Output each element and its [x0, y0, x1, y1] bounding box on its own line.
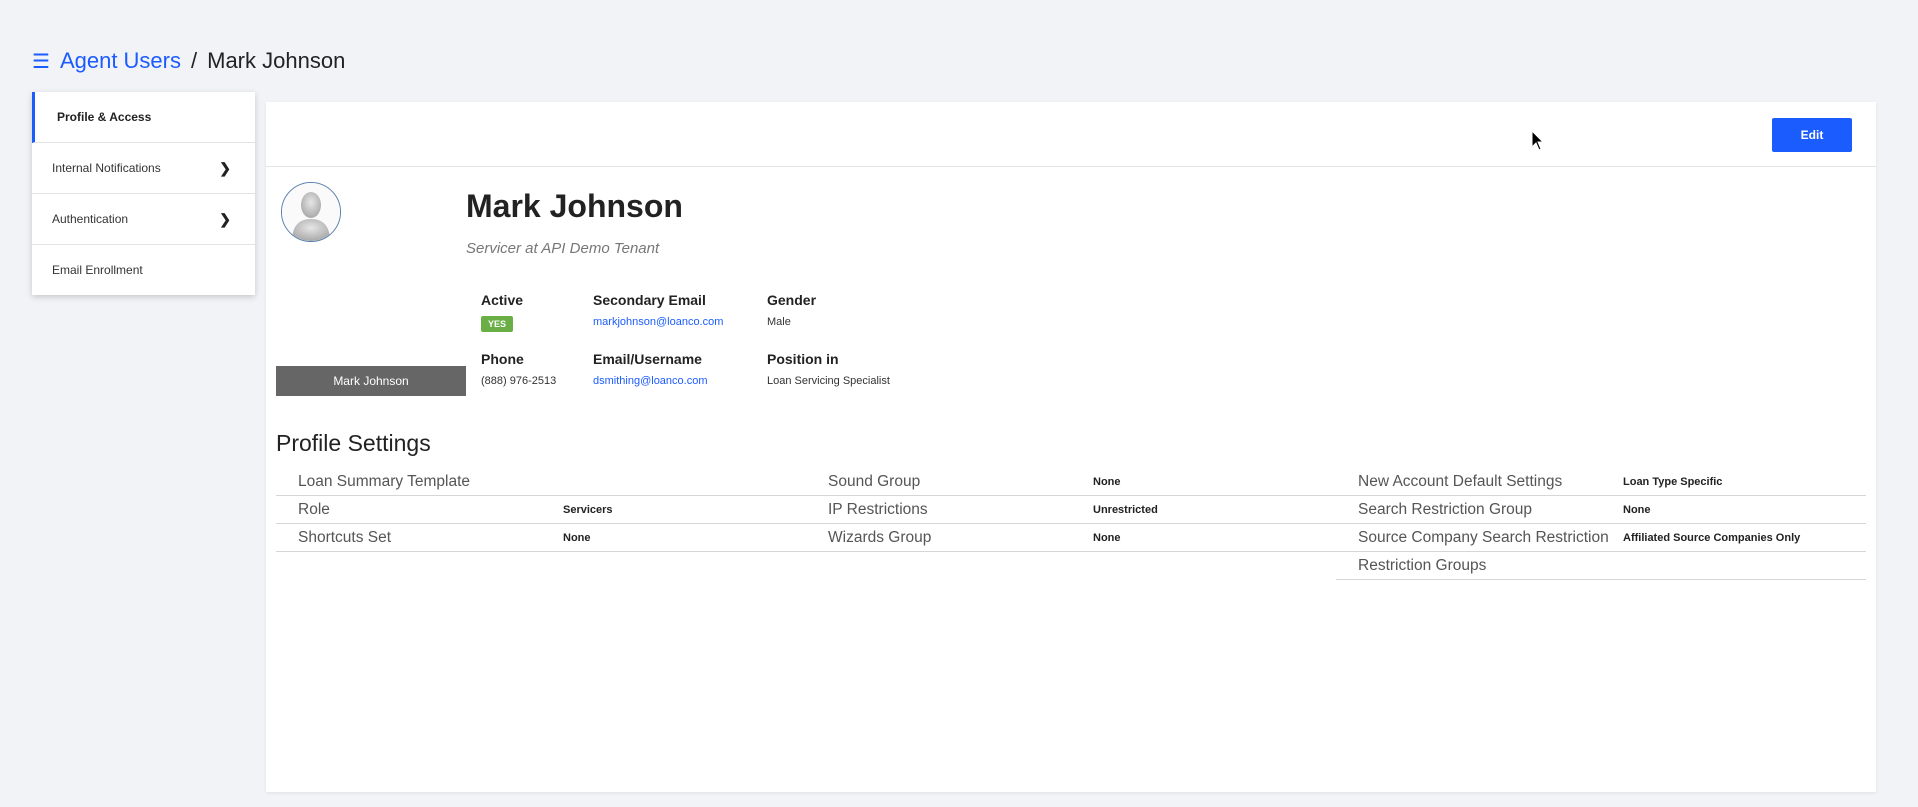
profile-card: Edit Mark Johnson Mark Johnson Servicer … [266, 102, 1876, 792]
settings-value: Servicers [563, 503, 613, 516]
sidebar-item-authentication[interactable]: Authentication ❯ [32, 194, 255, 245]
user-silhouette-icon [282, 183, 340, 241]
settings-row-wizards-group: Wizards Group None [806, 524, 1336, 552]
sidebar-item-label: Authentication [52, 212, 129, 226]
field-label: Email/Username [593, 351, 702, 367]
settings-label: New Account Default Settings [1358, 472, 1563, 490]
settings-value: Affiliated Source Companies Only [1623, 531, 1801, 544]
settings-row-shortcuts-set: Shortcuts Set None [276, 524, 806, 552]
field-position: Position in Loan Servicing Specialist [767, 351, 967, 387]
settings-value: None [563, 531, 591, 544]
breadcrumb: ☰ Agent Users / Mark Johnson [32, 46, 345, 76]
sidebar-item-internal-notifications[interactable]: Internal Notifications ❯ [32, 143, 255, 194]
settings-label: Search Restriction Group [1358, 500, 1533, 518]
settings-row-loan-summary-template: Loan Summary Template [276, 468, 806, 496]
secondary-email-link[interactable]: markjohnson@loanco.com [593, 316, 793, 328]
settings-label: Source Company Search Restriction [1358, 528, 1609, 546]
settings-value: Loan Type Specific [1623, 475, 1723, 488]
settings-row-source-company-search-restriction: Source Company Search Restriction Affili… [1336, 524, 1866, 552]
settings-value: None [1093, 475, 1121, 488]
settings-value: None [1623, 503, 1651, 516]
edit-button[interactable]: Edit [1772, 118, 1852, 152]
settings-row-new-account-default-settings: New Account Default Settings Loan Type S… [1336, 468, 1866, 496]
settings-label: Restriction Groups [1358, 556, 1487, 574]
settings-label: Loan Summary Template [298, 472, 471, 490]
chevron-right-icon: ❯ [219, 159, 231, 176]
settings-title: Profile Settings [276, 430, 431, 456]
field-value: Male [767, 316, 791, 328]
settings-column-3: New Account Default Settings Loan Type S… [1336, 468, 1866, 580]
settings-label: Sound Group [828, 472, 921, 490]
chevron-right-icon: ❯ [219, 210, 231, 227]
mouse-pointer-icon [1531, 130, 1545, 151]
field-email-username: Email/Username dsmithing@loanco.com [593, 351, 793, 387]
status-badge: YES [481, 316, 514, 332]
settings-value: None [1093, 531, 1121, 544]
settings-row-restriction-groups: Restriction Groups [1336, 552, 1866, 580]
hamburger-menu-icon[interactable]: ☰ [32, 49, 50, 74]
settings-label: Role [298, 500, 330, 518]
email-username-link[interactable]: dsmithing@loanco.com [593, 375, 793, 387]
settings-label: IP Restrictions [828, 500, 928, 518]
field-label: Position in [767, 351, 839, 367]
sidebar-nav: Profile & Access Internal Notifications … [32, 92, 255, 295]
breadcrumb-separator: / [191, 48, 198, 73]
sidebar-item-label: Email Enrollment [52, 263, 143, 277]
field-gender: Gender Male [767, 292, 967, 328]
sidebar-item-label: Internal Notifications [52, 161, 161, 175]
settings-value: Unrestricted [1093, 503, 1158, 516]
avatar-caption: Mark Johnson [276, 366, 466, 396]
sidebar-item-email-enrollment[interactable]: Email Enrollment [32, 245, 255, 295]
field-label: Secondary Email [593, 292, 706, 308]
settings-row-role: Role Servicers [276, 496, 806, 524]
settings-column-1: Loan Summary Template Role Servicers Sho… [276, 468, 806, 552]
settings-row-search-restriction-group: Search Restriction Group None [1336, 496, 1866, 524]
card-toolbar: Edit [266, 102, 1876, 167]
settings-row-sound-group: Sound Group None [806, 468, 1336, 496]
avatar [281, 182, 341, 242]
field-value: Loan Servicing Specialist [767, 375, 890, 387]
profile-subtitle: Servicer at API Demo Tenant [466, 240, 660, 257]
settings-column-2: Sound Group None IP Restrictions Unrestr… [806, 468, 1336, 552]
settings-label: Shortcuts Set [298, 528, 392, 546]
breadcrumb-agent-users-link[interactable]: Agent Users [60, 48, 181, 74]
profile-name: Mark Johnson [466, 188, 683, 224]
sidebar-item-label: Profile & Access [57, 110, 152, 124]
breadcrumb-current: Mark Johnson [207, 48, 346, 73]
settings-label: Wizards Group [828, 528, 932, 546]
settings-row-ip-restrictions: IP Restrictions Unrestricted [806, 496, 1336, 524]
sidebar-item-profile-access[interactable]: Profile & Access [32, 92, 255, 143]
field-secondary-email: Secondary Email markjohnson@loanco.com [593, 292, 793, 328]
field-label: Gender [767, 292, 817, 308]
